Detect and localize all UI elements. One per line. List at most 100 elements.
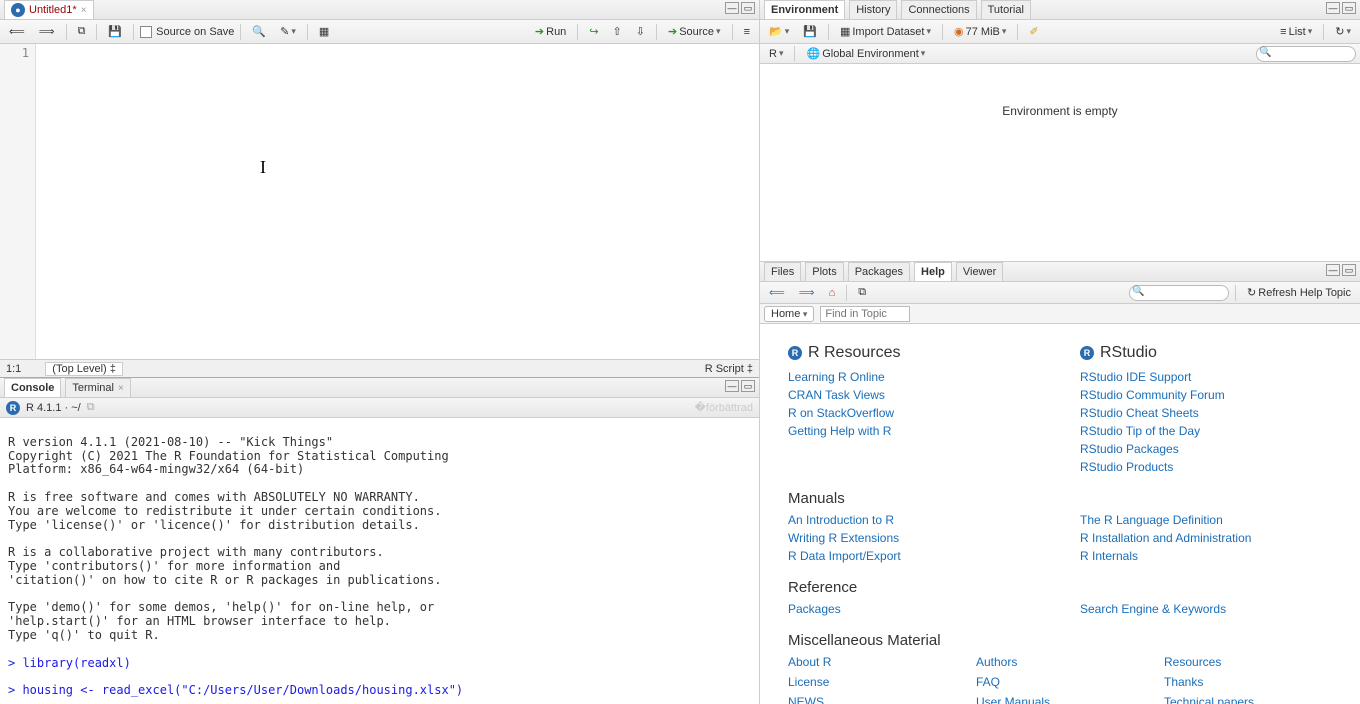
code-tools-button[interactable]: ✎ [275, 22, 301, 41]
close-icon[interactable]: × [81, 5, 87, 16]
link-license[interactable]: License [788, 673, 956, 691]
help-home-dropdown[interactable]: Home [764, 306, 814, 322]
maximize-pane-icon[interactable]: ▭ [1342, 2, 1356, 14]
link-user-manuals[interactable]: User Manuals [976, 693, 1144, 704]
text-cursor-icon: I [260, 157, 266, 178]
globe-icon: 🌐 [806, 47, 820, 60]
link-learning-r[interactable]: Learning R Online [788, 368, 1040, 386]
link-technical-papers[interactable]: Technical papers [1164, 693, 1332, 704]
maximize-pane-icon[interactable]: ▭ [741, 2, 755, 14]
nav-back-button[interactable]: ⟸ [4, 22, 30, 41]
save-workspace-button[interactable]: 💾 [798, 22, 822, 41]
find-in-topic-input[interactable] [820, 306, 910, 322]
tab-help[interactable]: Help [914, 262, 952, 281]
language-scope-button[interactable]: R [764, 45, 788, 63]
link-cran-task-views[interactable]: CRAN Task Views [788, 386, 1040, 404]
help-home-button[interactable]: ⌂ [824, 284, 841, 302]
console-output[interactable]: R version 4.1.1 (2021-08-10) -- "Kick Th… [0, 418, 759, 704]
refresh-icon: ↻ [1335, 25, 1344, 38]
clear-console-button[interactable]: �förbättrad [695, 401, 753, 414]
minimize-pane-icon[interactable]: — [1326, 264, 1340, 276]
link-resources[interactable]: Resources [1164, 653, 1332, 671]
home-icon: ⌂ [829, 287, 836, 299]
source-dropdown-button[interactable]: ➔Source [663, 22, 726, 41]
tab-connections[interactable]: Connections [901, 0, 976, 19]
view-mode-button[interactable]: ≡ List [1275, 23, 1317, 41]
run-button[interactable]: ➔Run [530, 22, 571, 41]
link-about-r[interactable]: About R [788, 653, 956, 671]
tab-history[interactable]: History [849, 0, 897, 19]
help-forward-button[interactable]: ⟹ [794, 283, 820, 302]
find-replace-button[interactable]: 🔍 [247, 22, 271, 41]
link-faq[interactable]: FAQ [976, 673, 1144, 691]
help-popout-button[interactable]: ⧉ [853, 283, 871, 302]
maximize-pane-icon[interactable]: ▭ [741, 380, 755, 392]
link-community-forum[interactable]: RStudio Community Forum [1080, 386, 1332, 404]
tab-tutorial[interactable]: Tutorial [981, 0, 1031, 19]
load-workspace-button[interactable]: 📂 [764, 22, 794, 41]
link-rstudio-products[interactable]: RStudio Products [1080, 458, 1332, 476]
link-packages[interactable]: Packages [788, 600, 1040, 618]
link-thanks[interactable]: Thanks [1164, 673, 1332, 691]
link-r-stackoverflow[interactable]: R on StackOverflow [788, 404, 1040, 422]
link-getting-help[interactable]: Getting Help with R [788, 422, 1040, 440]
env-tabbar: Environment History Connections Tutorial… [760, 0, 1360, 20]
refresh-env-button[interactable]: ↻ [1330, 22, 1356, 41]
link-search-engine[interactable]: Search Engine & Keywords [1080, 600, 1332, 618]
compile-report-button[interactable]: ▦ [314, 22, 334, 41]
tab-plots[interactable]: Plots [805, 262, 843, 281]
link-r-internals[interactable]: R Internals [1080, 547, 1332, 565]
help-back-button[interactable]: ⟸ [764, 283, 790, 302]
link-authors[interactable]: Authors [976, 653, 1144, 671]
go-to-prev-section-button[interactable]: ⇧ [608, 22, 627, 41]
arrow-right-icon: ⟹ [799, 286, 815, 299]
environment-scope-button[interactable]: 🌐 Global Environment [801, 44, 930, 63]
import-dataset-button[interactable]: ▦ Import Dataset [835, 22, 936, 41]
link-news[interactable]: NEWS [788, 693, 956, 704]
env-toolbar: 📂 💾 ▦ Import Dataset ◉ 77 MiB ✐ ≡ List ↻ [760, 20, 1360, 44]
minimize-pane-icon[interactable]: — [725, 2, 739, 14]
tab-console[interactable]: Console [4, 378, 61, 397]
rerun-icon: ↪ [589, 25, 598, 38]
show-in-new-window-button[interactable]: ⧉ [73, 22, 91, 41]
link-lang-def[interactable]: The R Language Definition [1080, 511, 1332, 529]
help-search-input[interactable] [1129, 285, 1229, 301]
tab-packages[interactable]: Packages [848, 262, 910, 281]
minimize-pane-icon[interactable]: — [725, 380, 739, 392]
close-icon[interactable]: × [118, 383, 124, 394]
link-ide-support[interactable]: RStudio IDE Support [1080, 368, 1332, 386]
tab-environment[interactable]: Environment [764, 0, 845, 19]
link-tip-of-day[interactable]: RStudio Tip of the Day [1080, 422, 1332, 440]
refresh-help-button[interactable]: ↻ Refresh Help Topic [1242, 283, 1356, 302]
link-intro-to-r[interactable]: An Introduction to R [788, 511, 1040, 529]
source-tab-untitled1[interactable]: ● Untitled1* × [4, 0, 94, 19]
file-type-selector[interactable]: R Script ‡ [705, 363, 753, 375]
link-data-import[interactable]: R Data Import/Export [788, 547, 1040, 565]
save-button[interactable]: 💾 [103, 22, 127, 41]
env-search-input[interactable] [1256, 46, 1356, 62]
link-rstudio-packages[interactable]: RStudio Packages [1080, 440, 1332, 458]
popout-icon[interactable]: ⧉ [87, 401, 95, 414]
go-to-next-section-button[interactable]: ⇩ [631, 22, 650, 41]
nav-forward-button[interactable]: ⟹ [34, 22, 60, 41]
r-resources-heading: RR Resources [788, 344, 1040, 362]
tab-terminal[interactable]: Terminal × [65, 378, 130, 397]
tab-files[interactable]: Files [764, 262, 801, 281]
link-cheat-sheets[interactable]: RStudio Cheat Sheets [1080, 404, 1332, 422]
reference-heading: Reference [788, 579, 1332, 596]
outline-button[interactable]: ≡ [739, 23, 755, 41]
console-command: > library(readxl) [8, 657, 751, 671]
minimize-pane-icon[interactable]: — [1326, 2, 1340, 14]
tab-viewer[interactable]: Viewer [956, 262, 1003, 281]
environment-empty-message: Environment is empty [760, 64, 1360, 261]
memory-usage-button[interactable]: ◉ 77 MiB [949, 22, 1011, 41]
maximize-pane-icon[interactable]: ▭ [1342, 264, 1356, 276]
scope-selector[interactable]: (Top Level) ‡ [45, 362, 123, 376]
rerun-button[interactable]: ↪ [584, 22, 603, 41]
source-on-save-checkbox[interactable] [140, 26, 152, 38]
link-install-admin[interactable]: R Installation and Administration [1080, 529, 1332, 547]
code-editor[interactable]: 1 I [0, 44, 759, 359]
help-content[interactable]: RR Resources Learning R Online CRAN Task… [760, 324, 1360, 704]
link-writing-ext[interactable]: Writing R Extensions [788, 529, 1040, 547]
clear-objects-button[interactable]: ✐ [1024, 22, 1043, 41]
